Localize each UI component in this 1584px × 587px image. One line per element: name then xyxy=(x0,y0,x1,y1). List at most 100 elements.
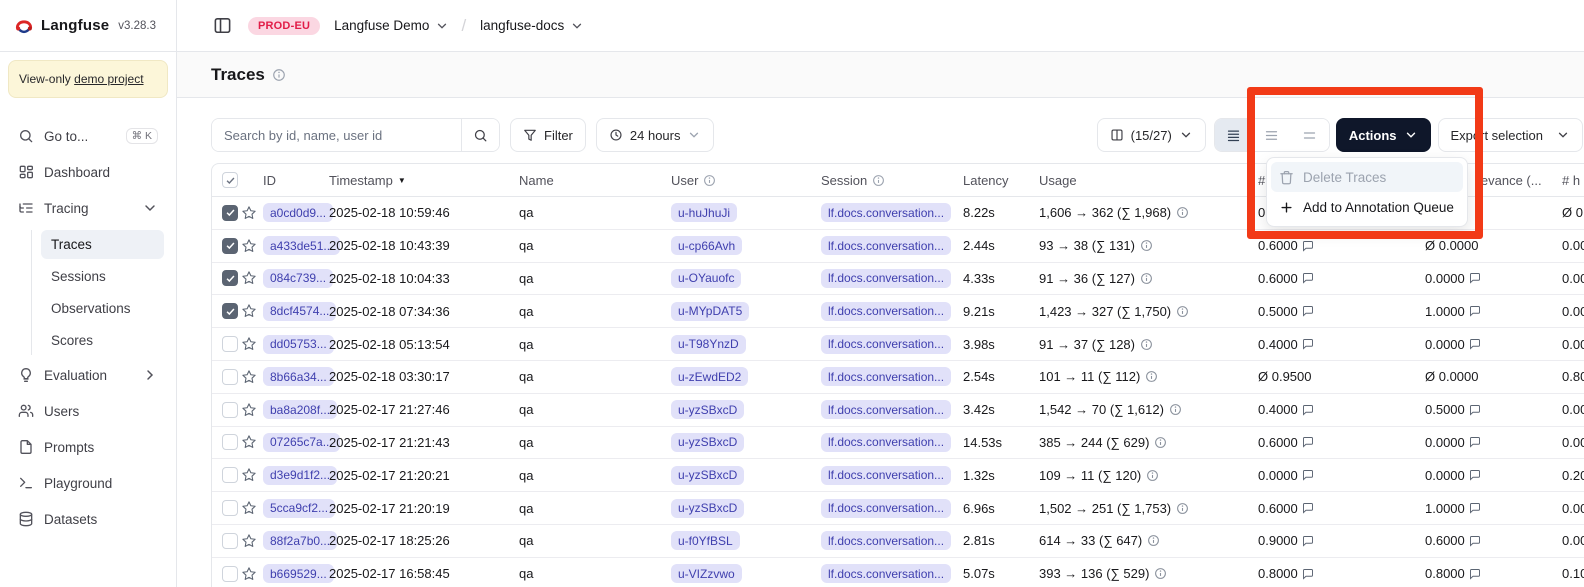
sidebar-item-observations[interactable]: Observations xyxy=(41,294,164,323)
trace-id-badge[interactable]: 084c739... xyxy=(263,269,333,288)
sidebar-item-sessions[interactable]: Sessions xyxy=(41,262,164,291)
user-badge[interactable]: u-yzSBxcD xyxy=(671,433,744,452)
row-checkbox[interactable] xyxy=(222,205,238,221)
row-checkbox[interactable] xyxy=(222,402,238,418)
trace-id-badge[interactable]: d3e9d1f2... xyxy=(263,466,337,485)
panel-left-icon[interactable] xyxy=(213,16,232,35)
star-icon[interactable] xyxy=(241,369,257,385)
session-badge[interactable]: lf.docs.conversation... xyxy=(821,400,951,419)
user-badge[interactable]: u-yzSBxcD xyxy=(671,466,744,485)
user-badge[interactable]: u-MYpDAT5 xyxy=(671,302,749,321)
table-row[interactable]: a433de51...2025-02-18 10:43:39qau-cp66Av… xyxy=(212,230,1584,263)
org-selector[interactable]: Langfuse Demo xyxy=(334,18,429,33)
session-badge[interactable]: lf.docs.conversation... xyxy=(821,236,951,255)
sidebar-item-evaluation[interactable]: Evaluation xyxy=(12,361,164,389)
session-badge[interactable]: lf.docs.conversation... xyxy=(821,564,951,583)
user-badge[interactable]: u-huJhuJi xyxy=(671,203,737,222)
search-submit-button[interactable] xyxy=(461,119,499,151)
export-selection-button[interactable]: Export selection xyxy=(1438,118,1584,152)
row-checkbox[interactable] xyxy=(222,434,238,450)
star-icon[interactable] xyxy=(241,303,257,319)
sidebar-item-users[interactable]: Users xyxy=(12,397,164,425)
star-icon[interactable] xyxy=(241,467,257,483)
user-badge[interactable]: u-VIZzvwo xyxy=(671,564,742,583)
table-row[interactable]: dd05753...2025-02-18 05:13:54qau-T98YnzD… xyxy=(212,328,1584,361)
sidebar-item-tracing[interactable]: Tracing xyxy=(12,194,164,222)
row-checkbox[interactable] xyxy=(222,238,238,254)
table-row[interactable]: d3e9d1f2...2025-02-17 21:20:21qau-yzSBxc… xyxy=(212,459,1584,492)
trace-id-badge[interactable]: b669529... xyxy=(263,564,334,583)
session-badge[interactable]: lf.docs.conversation... xyxy=(821,466,951,485)
sidebar-item-traces[interactable]: Traces xyxy=(41,230,164,259)
star-icon[interactable] xyxy=(241,434,257,450)
session-badge[interactable]: lf.docs.conversation... xyxy=(821,203,951,222)
row-height-small-button[interactable] xyxy=(1215,119,1253,151)
user-badge[interactable]: u-T98YnzD xyxy=(671,335,746,354)
sidebar-item-scores[interactable]: Scores xyxy=(41,326,164,355)
table-row[interactable]: 5cca9cf2...2025-02-17 21:20:19qau-yzSBxc… xyxy=(212,492,1584,525)
project-selector[interactable]: langfuse-docs xyxy=(480,18,564,33)
row-checkbox[interactable] xyxy=(222,270,238,286)
session-badge[interactable]: lf.docs.conversation... xyxy=(821,531,951,550)
row-checkbox[interactable] xyxy=(222,369,238,385)
column-header-id[interactable]: ID xyxy=(263,173,329,188)
row-height-large-button[interactable] xyxy=(1291,119,1329,151)
demo-project-link[interactable]: demo project xyxy=(74,72,143,86)
sidebar-item-prompts[interactable]: Prompts xyxy=(12,433,164,461)
session-badge[interactable]: lf.docs.conversation... xyxy=(821,367,951,386)
chevron-down-icon[interactable] xyxy=(570,19,584,33)
row-checkbox[interactable] xyxy=(222,533,238,549)
star-icon[interactable] xyxy=(241,336,257,352)
column-header-latency[interactable]: Latency xyxy=(963,173,1033,188)
trace-id-badge[interactable]: 88f2a7b0... xyxy=(263,531,337,550)
sidebar-item-datasets[interactable]: Datasets xyxy=(12,505,164,533)
row-checkbox[interactable] xyxy=(222,566,238,582)
table-row[interactable]: 07265c7a...2025-02-17 21:21:43qau-yzSBxc… xyxy=(212,427,1584,460)
column-header-name[interactable]: Name xyxy=(519,173,671,188)
star-icon[interactable] xyxy=(241,566,257,582)
table-row[interactable]: 88f2a7b0...2025-02-17 18:25:26qau-f0YfBS… xyxy=(212,525,1584,558)
trace-id-badge[interactable]: 5cca9cf2... xyxy=(263,499,335,518)
star-icon[interactable] xyxy=(241,238,257,254)
actions-button[interactable]: Actions xyxy=(1336,118,1431,152)
trace-id-badge[interactable]: dd05753... xyxy=(263,335,334,354)
star-icon[interactable] xyxy=(241,533,257,549)
table-row[interactable]: 084c739...2025-02-18 10:04:33qau-OYauofc… xyxy=(212,263,1584,296)
session-badge[interactable]: lf.docs.conversation... xyxy=(821,335,951,354)
chevron-down-icon[interactable] xyxy=(435,19,449,33)
filter-button[interactable]: Filter xyxy=(510,118,586,152)
select-all-checkbox[interactable] xyxy=(222,172,238,188)
column-header-session[interactable]: Session xyxy=(821,173,963,188)
user-badge[interactable]: u-OYauofc xyxy=(671,269,741,288)
column-header-timestamp[interactable]: Timestamp▼ xyxy=(329,173,519,188)
star-icon[interactable] xyxy=(241,270,257,286)
menu-item-delete-traces[interactable]: Delete Traces xyxy=(1271,162,1463,192)
user-badge[interactable]: u-yzSBxcD xyxy=(671,400,744,419)
row-checkbox[interactable] xyxy=(222,336,238,352)
user-badge[interactable]: u-f0YfBSL xyxy=(671,531,740,550)
trace-id-badge[interactable]: 8dcf4574... xyxy=(263,302,336,321)
menu-item-add-to-annotation-queue[interactable]: Add to Annotation Queue xyxy=(1271,192,1463,222)
column-header-user[interactable]: User xyxy=(671,173,821,188)
star-icon[interactable] xyxy=(241,500,257,516)
row-checkbox[interactable] xyxy=(222,303,238,319)
table-row[interactable]: b669529...2025-02-17 16:58:45qau-VIZzvwo… xyxy=(212,558,1584,587)
session-badge[interactable]: lf.docs.conversation... xyxy=(821,269,951,288)
star-icon[interactable] xyxy=(241,205,257,221)
user-badge[interactable]: u-zEwdED2 xyxy=(671,367,748,386)
trace-id-badge[interactable]: 8b66a34... xyxy=(263,367,334,386)
sidebar-item-dashboard[interactable]: Dashboard xyxy=(12,158,164,186)
sidebar-item-playground[interactable]: Playground xyxy=(12,469,164,497)
search-input[interactable] xyxy=(212,119,461,151)
table-row[interactable]: ba8a208f...2025-02-17 21:27:46qau-yzSBxc… xyxy=(212,394,1584,427)
column-visibility-button[interactable]: (15/27) xyxy=(1097,118,1206,152)
session-badge[interactable]: lf.docs.conversation... xyxy=(821,433,951,452)
user-badge[interactable]: u-yzSBxcD xyxy=(671,499,744,518)
row-checkbox[interactable] xyxy=(222,467,238,483)
session-badge[interactable]: lf.docs.conversation... xyxy=(821,302,951,321)
row-height-medium-button[interactable] xyxy=(1253,119,1291,151)
trace-id-badge[interactable]: a0cd0d9... xyxy=(263,203,333,222)
session-badge[interactable]: lf.docs.conversation... xyxy=(821,499,951,518)
user-badge[interactable]: u-cp66Avh xyxy=(671,236,742,255)
time-range-button[interactable]: 24 hours xyxy=(596,118,715,152)
